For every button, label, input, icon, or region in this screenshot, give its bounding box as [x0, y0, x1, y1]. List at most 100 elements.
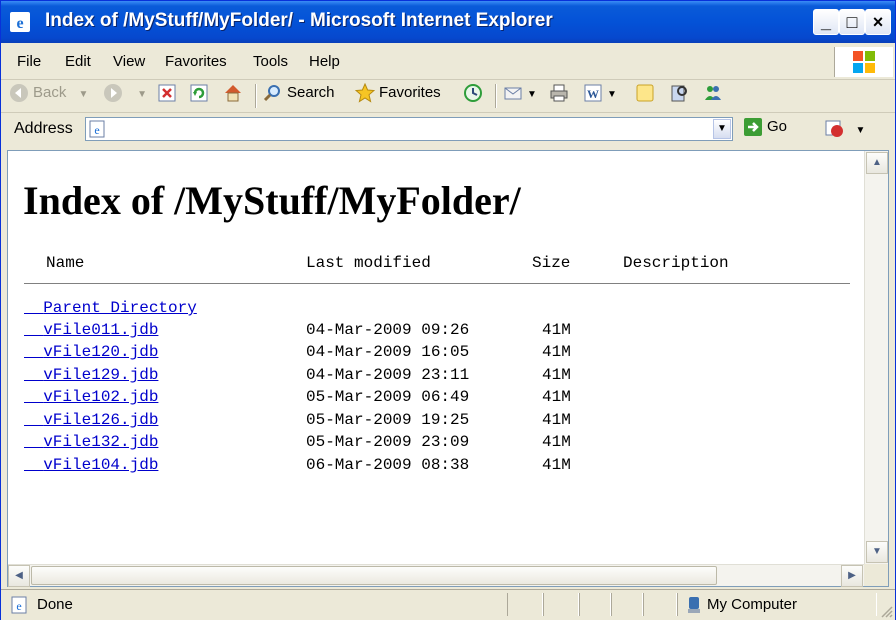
security-zone: My Computer: [685, 596, 797, 614]
svg-text:e: e: [94, 123, 99, 137]
scroll-down-arrow-icon[interactable]: ▼: [866, 541, 888, 563]
file-modified: 05-Mar-2009 19:25: [306, 411, 470, 429]
mail-button[interactable]: ▼: [503, 83, 537, 109]
file-link[interactable]: vFile011.jdb: [24, 321, 158, 339]
file-size: 41M: [542, 366, 571, 384]
file-link[interactable]: vFile126.jdb: [24, 411, 158, 429]
edit-dropdown-icon[interactable]: ▼: [607, 89, 617, 100]
file-size: 41M: [542, 321, 571, 339]
forward-dropdown-icon[interactable]: ▼: [137, 89, 147, 100]
address-input[interactable]: e ▼: [85, 117, 733, 141]
file-link[interactable]: vFile132.jdb: [24, 433, 158, 451]
svg-text:e: e: [16, 15, 23, 32]
scroll-left-arrow-icon[interactable]: ◀: [8, 565, 30, 587]
column-description-header[interactable]: Description: [623, 254, 729, 272]
zone-label: My Computer: [707, 596, 798, 613]
back-label: Back: [33, 83, 67, 101]
file-name: vFile120.jdb: [43, 343, 159, 361]
menu-view[interactable]: View: [113, 53, 145, 70]
status-panel: [543, 593, 579, 616]
file-name: vFile126.jdb: [43, 411, 159, 429]
mail-dropdown-icon[interactable]: ▼: [527, 89, 537, 100]
vertical-scrollbar[interactable]: ▲ ▼: [864, 151, 888, 564]
edit-button[interactable]: W ▼: [583, 83, 617, 109]
file-link[interactable]: vFile129.jdb: [24, 366, 158, 384]
address-dropdown-icon[interactable]: ▼: [713, 119, 731, 139]
file-name: vFile104.jdb: [43, 456, 159, 474]
menu-tools[interactable]: Tools: [253, 53, 288, 70]
file-name: vFile011.jdb: [43, 321, 159, 339]
file-name: vFile132.jdb: [43, 433, 159, 451]
print-icon: [550, 84, 568, 102]
scroll-right-arrow-icon[interactable]: ▶: [841, 565, 863, 587]
messenger-icon: [705, 86, 721, 100]
page-icon: e: [89, 120, 105, 138]
go-label: Go: [767, 117, 788, 135]
file-link[interactable]: vFile120.jdb: [24, 343, 158, 361]
toolbar-separator: [495, 84, 497, 108]
divider: [24, 283, 850, 284]
go-button[interactable]: Go: [743, 117, 787, 143]
menu-help[interactable]: Help: [309, 53, 340, 70]
search-icon: [263, 85, 280, 102]
close-button[interactable]: ×: [865, 9, 891, 35]
forward-icon: [104, 84, 122, 102]
discuss-button[interactable]: [635, 83, 659, 109]
menu-bar: File Edit View Favorites Tools Help: [1, 44, 895, 80]
parent-directory-label: Parent Directory: [43, 299, 197, 317]
links-button[interactable]: ▼: [823, 118, 873, 142]
file-modified: 05-Mar-2009 23:09: [306, 433, 470, 451]
title-bar[interactable]: e Index of /MyStuff/MyFolder/ - Microsof…: [1, 1, 895, 43]
status-panel: [643, 593, 677, 616]
history-button[interactable]: [463, 83, 487, 109]
scroll-up-arrow-icon[interactable]: ▲: [866, 152, 888, 174]
file-modified: 05-Mar-2009 06:49: [306, 388, 470, 406]
page-done-icon: e: [11, 596, 27, 614]
address-bar: Address e ▼ Go ▼: [1, 113, 895, 147]
file-size: 41M: [542, 411, 571, 429]
file-link[interactable]: vFile104.jdb: [24, 456, 158, 474]
status-panel: [579, 593, 611, 616]
file-link[interactable]: vFile102.jdb: [24, 388, 158, 406]
file-size: 41M: [542, 433, 571, 451]
file-modified: 04-Mar-2009 23:11: [306, 366, 470, 384]
column-size-header[interactable]: Size: [532, 254, 570, 272]
window-title: Index of /MyStuff/MyFolder/ - Microsoft …: [45, 10, 553, 31]
mail-icon: [504, 87, 522, 100]
resize-grip-icon[interactable]: [879, 604, 893, 618]
search-label: Search: [287, 83, 335, 101]
menu-favorites[interactable]: Favorites: [165, 53, 227, 70]
status-panel: [507, 593, 543, 616]
favorites-label: Favorites: [379, 83, 441, 101]
refresh-button[interactable]: [189, 83, 213, 109]
status-bar: e Done My Computer: [1, 589, 895, 620]
page-viewport: Index of /MyStuff/MyFolder/ Name Last mo…: [7, 150, 889, 587]
links-dropdown-icon[interactable]: ▼: [855, 125, 865, 136]
back-button[interactable]: Back ▼: [9, 83, 88, 109]
page-title: Index of /MyStuff/MyFolder/: [23, 178, 521, 223]
file-name: vFile129.jdb: [43, 366, 159, 384]
horizontal-scrollbar[interactable]: ◀ ▶: [8, 564, 864, 587]
go-arrow-icon: [744, 118, 762, 136]
stop-button[interactable]: [157, 83, 181, 109]
minimize-button[interactable]: _: [813, 9, 839, 35]
standard-toolbar: Back ▼ ▼ Search Favorites ▼ W ▼: [1, 80, 895, 113]
menu-file[interactable]: File: [17, 53, 41, 70]
print-button[interactable]: [549, 83, 573, 109]
maximize-button[interactable]: □: [839, 9, 865, 35]
forward-button[interactable]: ▼: [103, 83, 147, 109]
favorites-button[interactable]: Favorites: [355, 83, 441, 109]
search-button[interactable]: Search: [263, 83, 335, 109]
file-modified: 06-Mar-2009 08:38: [306, 456, 470, 474]
research-button[interactable]: [669, 83, 693, 109]
column-modified-header[interactable]: Last modified: [306, 254, 431, 272]
home-button[interactable]: [223, 83, 247, 109]
column-name-header[interactable]: Name: [46, 254, 84, 272]
parent-directory-link[interactable]: Parent Directory: [24, 299, 197, 317]
messenger-button[interactable]: [703, 83, 727, 109]
horizontal-scroll-thumb[interactable]: [31, 566, 717, 585]
windows-logo-icon: [834, 47, 893, 77]
links-icon: [825, 120, 843, 137]
menu-edit[interactable]: Edit: [65, 53, 91, 70]
back-dropdown-icon[interactable]: ▼: [79, 89, 89, 100]
